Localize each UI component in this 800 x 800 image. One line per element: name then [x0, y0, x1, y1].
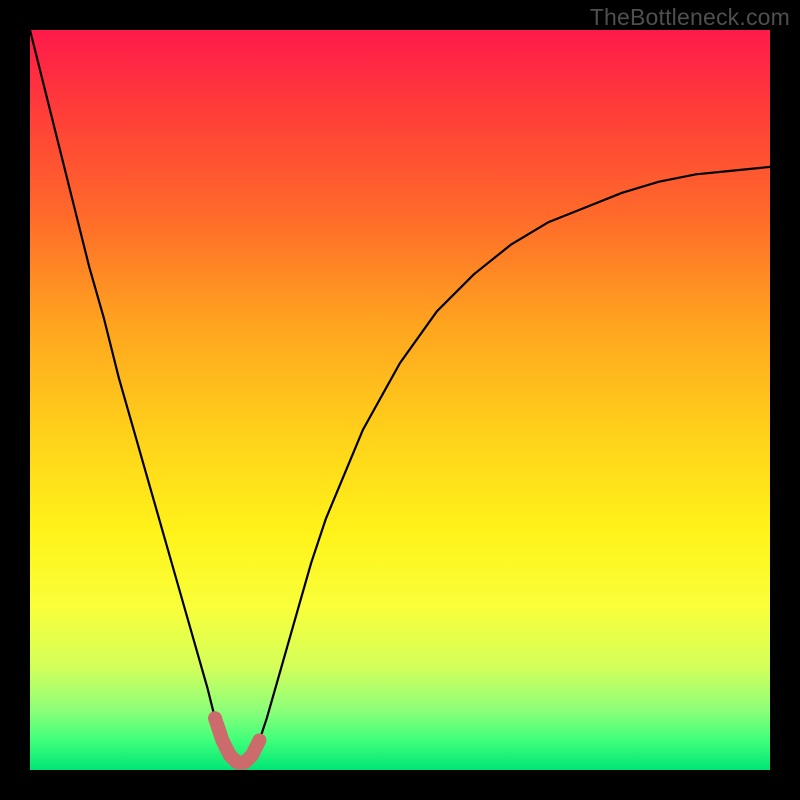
plot-area	[30, 30, 770, 770]
watermark-text: TheBottleneck.com	[590, 4, 790, 31]
chart-frame: TheBottleneck.com	[0, 0, 800, 800]
highlight-segment	[215, 718, 259, 762]
curve-svg	[30, 30, 770, 770]
bottleneck-curve	[30, 30, 770, 763]
